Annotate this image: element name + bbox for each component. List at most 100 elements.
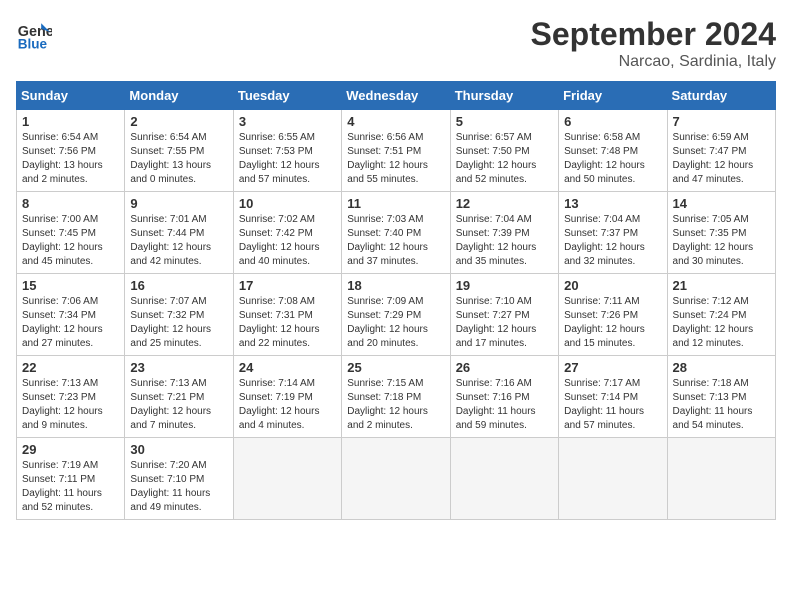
page-header: General Blue September 2024 Narcao, Sard… (16, 16, 776, 71)
day-cell: 7 Sunrise: 6:59 AMSunset: 7:47 PMDayligh… (667, 110, 775, 192)
day-cell (342, 438, 450, 520)
day-cell: 23 Sunrise: 7:13 AMSunset: 7:21 PMDaylig… (125, 356, 233, 438)
day-number: 21 (673, 278, 770, 293)
day-cell: 12 Sunrise: 7:04 AMSunset: 7:39 PMDaylig… (450, 192, 558, 274)
day-cell: 20 Sunrise: 7:11 AMSunset: 7:26 PMDaylig… (559, 274, 667, 356)
day-number: 11 (347, 196, 444, 211)
day-info: Sunrise: 7:11 AMSunset: 7:26 PMDaylight:… (564, 295, 661, 351)
day-cell: 1 Sunrise: 6:54 AMSunset: 7:56 PMDayligh… (17, 110, 125, 192)
svg-text:Blue: Blue (18, 36, 48, 51)
day-info: Sunrise: 7:02 AMSunset: 7:42 PMDaylight:… (239, 213, 336, 269)
day-cell: 13 Sunrise: 7:04 AMSunset: 7:37 PMDaylig… (559, 192, 667, 274)
week-row: 15 Sunrise: 7:06 AMSunset: 7:34 PMDaylig… (17, 274, 776, 356)
day-info: Sunrise: 7:19 AMSunset: 7:11 PMDaylight:… (22, 459, 119, 515)
day-cell (450, 438, 558, 520)
day-cell: 16 Sunrise: 7:07 AMSunset: 7:32 PMDaylig… (125, 274, 233, 356)
day-info: Sunrise: 7:12 AMSunset: 7:24 PMDaylight:… (673, 295, 770, 351)
month-title: September 2024 (531, 16, 776, 53)
calendar-table: SundayMondayTuesdayWednesdayThursdayFrid… (16, 81, 776, 520)
day-cell: 11 Sunrise: 7:03 AMSunset: 7:40 PMDaylig… (342, 192, 450, 274)
day-number: 8 (22, 196, 119, 211)
logo: General Blue (16, 16, 52, 52)
day-info: Sunrise: 7:01 AMSunset: 7:44 PMDaylight:… (130, 213, 227, 269)
day-cell: 14 Sunrise: 7:05 AMSunset: 7:35 PMDaylig… (667, 192, 775, 274)
day-info: Sunrise: 7:00 AMSunset: 7:45 PMDaylight:… (22, 213, 119, 269)
week-row: 1 Sunrise: 6:54 AMSunset: 7:56 PMDayligh… (17, 110, 776, 192)
day-cell: 9 Sunrise: 7:01 AMSunset: 7:44 PMDayligh… (125, 192, 233, 274)
day-cell: 25 Sunrise: 7:15 AMSunset: 7:18 PMDaylig… (342, 356, 450, 438)
weekday-header: Sunday (17, 82, 125, 110)
day-cell: 18 Sunrise: 7:09 AMSunset: 7:29 PMDaylig… (342, 274, 450, 356)
location-title: Narcao, Sardinia, Italy (531, 53, 776, 71)
day-info: Sunrise: 6:54 AMSunset: 7:55 PMDaylight:… (130, 131, 227, 187)
day-info: Sunrise: 7:14 AMSunset: 7:19 PMDaylight:… (239, 377, 336, 433)
day-number: 4 (347, 114, 444, 129)
title-area: September 2024 Narcao, Sardinia, Italy (531, 16, 776, 71)
day-info: Sunrise: 7:03 AMSunset: 7:40 PMDaylight:… (347, 213, 444, 269)
week-row: 8 Sunrise: 7:00 AMSunset: 7:45 PMDayligh… (17, 192, 776, 274)
weekday-header: Friday (559, 82, 667, 110)
day-cell: 10 Sunrise: 7:02 AMSunset: 7:42 PMDaylig… (233, 192, 341, 274)
day-cell (667, 438, 775, 520)
day-number: 15 (22, 278, 119, 293)
day-info: Sunrise: 7:15 AMSunset: 7:18 PMDaylight:… (347, 377, 444, 433)
day-number: 22 (22, 360, 119, 375)
day-info: Sunrise: 6:59 AMSunset: 7:47 PMDaylight:… (673, 131, 770, 187)
day-number: 7 (673, 114, 770, 129)
day-info: Sunrise: 7:13 AMSunset: 7:21 PMDaylight:… (130, 377, 227, 433)
day-number: 16 (130, 278, 227, 293)
day-cell: 8 Sunrise: 7:00 AMSunset: 7:45 PMDayligh… (17, 192, 125, 274)
day-cell: 21 Sunrise: 7:12 AMSunset: 7:24 PMDaylig… (667, 274, 775, 356)
day-cell: 28 Sunrise: 7:18 AMSunset: 7:13 PMDaylig… (667, 356, 775, 438)
day-cell: 24 Sunrise: 7:14 AMSunset: 7:19 PMDaylig… (233, 356, 341, 438)
day-cell: 19 Sunrise: 7:10 AMSunset: 7:27 PMDaylig… (450, 274, 558, 356)
weekday-header: Saturday (667, 82, 775, 110)
day-number: 25 (347, 360, 444, 375)
weekday-header: Thursday (450, 82, 558, 110)
day-cell (233, 438, 341, 520)
day-number: 30 (130, 442, 227, 457)
day-info: Sunrise: 7:06 AMSunset: 7:34 PMDaylight:… (22, 295, 119, 351)
day-cell: 6 Sunrise: 6:58 AMSunset: 7:48 PMDayligh… (559, 110, 667, 192)
day-info: Sunrise: 7:04 AMSunset: 7:39 PMDaylight:… (456, 213, 553, 269)
day-number: 5 (456, 114, 553, 129)
day-info: Sunrise: 7:08 AMSunset: 7:31 PMDaylight:… (239, 295, 336, 351)
day-number: 17 (239, 278, 336, 293)
day-number: 28 (673, 360, 770, 375)
day-number: 13 (564, 196, 661, 211)
day-info: Sunrise: 6:54 AMSunset: 7:56 PMDaylight:… (22, 131, 119, 187)
header-row: SundayMondayTuesdayWednesdayThursdayFrid… (17, 82, 776, 110)
day-number: 3 (239, 114, 336, 129)
day-cell: 15 Sunrise: 7:06 AMSunset: 7:34 PMDaylig… (17, 274, 125, 356)
day-number: 26 (456, 360, 553, 375)
week-row: 22 Sunrise: 7:13 AMSunset: 7:23 PMDaylig… (17, 356, 776, 438)
day-number: 10 (239, 196, 336, 211)
day-info: Sunrise: 7:16 AMSunset: 7:16 PMDaylight:… (456, 377, 553, 433)
day-number: 14 (673, 196, 770, 211)
weekday-header: Wednesday (342, 82, 450, 110)
day-info: Sunrise: 7:07 AMSunset: 7:32 PMDaylight:… (130, 295, 227, 351)
logo-icon: General Blue (16, 16, 52, 52)
day-cell (559, 438, 667, 520)
day-cell: 3 Sunrise: 6:55 AMSunset: 7:53 PMDayligh… (233, 110, 341, 192)
day-info: Sunrise: 7:17 AMSunset: 7:14 PMDaylight:… (564, 377, 661, 433)
day-info: Sunrise: 7:04 AMSunset: 7:37 PMDaylight:… (564, 213, 661, 269)
day-info: Sunrise: 7:13 AMSunset: 7:23 PMDaylight:… (22, 377, 119, 433)
day-number: 23 (130, 360, 227, 375)
day-info: Sunrise: 6:55 AMSunset: 7:53 PMDaylight:… (239, 131, 336, 187)
day-info: Sunrise: 6:56 AMSunset: 7:51 PMDaylight:… (347, 131, 444, 187)
day-cell: 29 Sunrise: 7:19 AMSunset: 7:11 PMDaylig… (17, 438, 125, 520)
day-info: Sunrise: 7:09 AMSunset: 7:29 PMDaylight:… (347, 295, 444, 351)
day-cell: 26 Sunrise: 7:16 AMSunset: 7:16 PMDaylig… (450, 356, 558, 438)
day-number: 12 (456, 196, 553, 211)
day-cell: 4 Sunrise: 6:56 AMSunset: 7:51 PMDayligh… (342, 110, 450, 192)
day-number: 19 (456, 278, 553, 293)
day-info: Sunrise: 6:58 AMSunset: 7:48 PMDaylight:… (564, 131, 661, 187)
day-number: 9 (130, 196, 227, 211)
day-number: 1 (22, 114, 119, 129)
day-cell: 30 Sunrise: 7:20 AMSunset: 7:10 PMDaylig… (125, 438, 233, 520)
day-number: 18 (347, 278, 444, 293)
day-number: 6 (564, 114, 661, 129)
day-info: Sunrise: 6:57 AMSunset: 7:50 PMDaylight:… (456, 131, 553, 187)
weekday-header: Monday (125, 82, 233, 110)
